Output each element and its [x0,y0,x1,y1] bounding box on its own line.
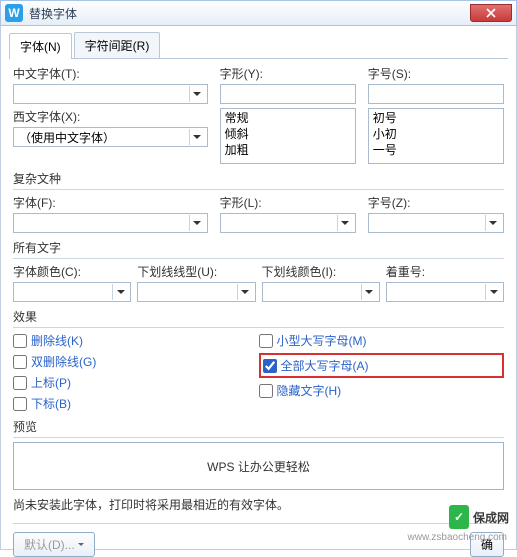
allcaps-checkbox[interactable]: 全部大写字母(A) [263,357,369,374]
complex-font-label: 字体(F): [13,194,208,211]
western-font-combo[interactable]: （使用中文字体） [13,127,208,147]
superscript-checkbox[interactable]: 上标(P) [13,374,259,391]
titlebar: W 替换字体 [0,0,517,26]
emphasis-combo[interactable] [386,282,504,302]
close-icon [486,8,496,18]
preview-text: WPS 让办公更轻松 [207,458,310,475]
install-note: 尚未安装此字体，打印时将采用最相近的有效字体。 [13,496,504,513]
style-label: 字形(Y): [220,65,356,82]
subscript-checkbox[interactable]: 下标(B) [13,395,259,412]
complex-size-combo[interactable] [368,213,504,233]
dialog-body: 字体(N) 字符间距(R) 中文字体(T): 字形(Y): 字号(S): 西文字… [0,26,517,550]
style-listbox[interactable]: 常规 倾斜 加粗 [220,108,356,164]
chevron-down-icon [112,284,128,300]
list-item[interactable]: 初号 [371,110,501,126]
list-item[interactable]: 一号 [371,142,501,158]
font-color-label: 字体颜色(C): [13,263,131,280]
double-strike-checkbox[interactable]: 双删除线(G) [13,353,259,370]
chevron-down-icon [237,284,253,300]
allcaps-highlight: 全部大写字母(A) [259,353,505,378]
complex-font-combo[interactable] [13,213,208,233]
hidden-checkbox[interactable]: 隐藏文字(H) [259,382,505,399]
chevron-down-icon [78,538,84,552]
western-font-label: 西文字体(X): [13,108,208,125]
cn-font-combo[interactable] [13,84,208,104]
preview-title: 预览 [13,418,504,438]
shield-icon: ✓ [449,505,469,529]
underline-style-label: 下划线线型(U): [137,263,255,280]
strike-checkbox[interactable]: 删除线(K) [13,332,259,349]
complex-size-label: 字号(Z): [368,194,504,211]
default-button[interactable]: 默认(D)... [13,532,95,557]
size-label: 字号(S): [368,65,504,82]
alltext-title: 所有文字 [13,239,504,259]
cn-font-label: 中文字体(T): [13,65,208,82]
tab-spacing[interactable]: 字符间距(R) [74,32,161,58]
western-font-value: （使用中文字体） [16,129,189,146]
smallcaps-checkbox[interactable]: 小型大写字母(M) [259,332,505,349]
list-item[interactable]: 加粗 [223,142,353,158]
complex-style-label: 字形(L): [220,194,356,211]
style-input[interactable] [220,84,356,104]
font-panel: 中文字体(T): 字形(Y): 字号(S): 西文字体(X): （使用中文字体）… [9,65,508,557]
chevron-down-icon [485,284,501,300]
underline-color-label: 下划线颜色(I): [262,263,380,280]
underline-style-combo[interactable] [137,282,255,302]
chevron-down-icon [189,86,205,102]
close-button[interactable] [470,4,512,22]
watermark: ✓ 保成网 [449,505,509,529]
chevron-down-icon [337,215,353,231]
list-item[interactable]: 小初 [371,126,501,142]
complex-title: 复杂文种 [13,170,504,190]
underline-color-combo[interactable] [262,282,380,302]
size-input[interactable] [368,84,504,104]
list-item[interactable]: 倾斜 [223,126,353,142]
font-color-combo[interactable] [13,282,131,302]
window-title: 替换字体 [29,5,77,22]
watermark-url: www.zsbaocheng.com [408,532,508,543]
size-listbox[interactable]: 初号 小初 一号 [368,108,504,164]
chevron-down-icon [485,215,501,231]
app-icon: W [5,4,23,22]
complex-style-combo[interactable] [220,213,356,233]
watermark-name: 保成网 [473,509,509,526]
effects-title: 效果 [13,308,504,328]
chevron-down-icon [361,284,377,300]
preview-box: WPS 让办公更轻松 [13,442,504,490]
tab-font[interactable]: 字体(N) [9,33,72,59]
chevron-down-icon [189,129,205,145]
tab-strip: 字体(N) 字符间距(R) [9,32,508,59]
emphasis-label: 着重号: [386,263,504,280]
list-item[interactable]: 常规 [223,110,353,126]
chevron-down-icon [189,215,205,231]
